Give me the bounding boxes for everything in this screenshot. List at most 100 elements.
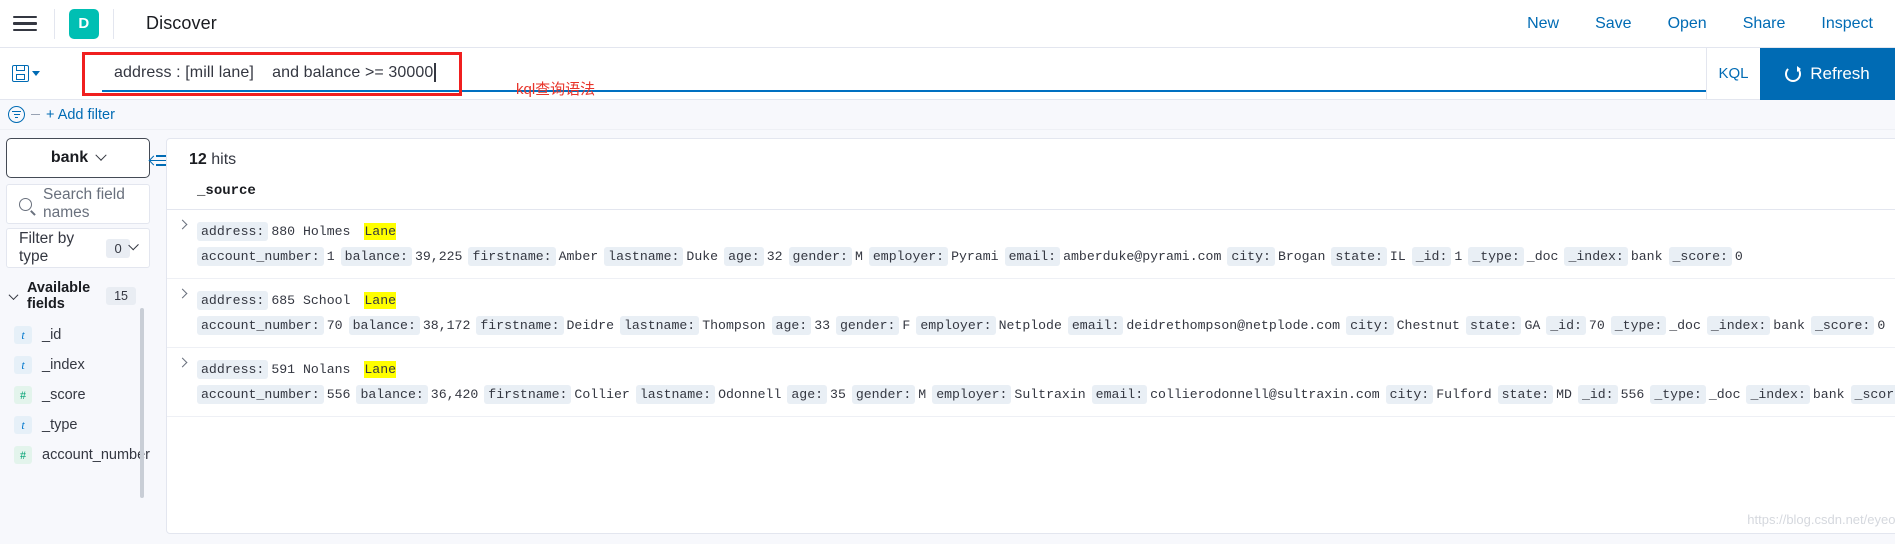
field-key: employer:	[868, 247, 949, 266]
field-key: city:	[1346, 316, 1394, 335]
field-item-_score[interactable]: # _score	[6, 380, 150, 410]
number-field-type-icon: #	[14, 386, 32, 404]
field-key: _index:	[1564, 247, 1628, 266]
field-value: Chestnut	[1396, 318, 1460, 333]
field-key: email:	[1091, 385, 1148, 404]
saved-query-button[interactable]	[8, 65, 54, 82]
filter-divider	[31, 113, 40, 116]
field-value: deidrethompson@netplode.com	[1126, 318, 1341, 333]
field-value: Pyrami	[951, 249, 999, 264]
field-key: city:	[1227, 247, 1275, 266]
source-column-header: _source	[167, 175, 1895, 210]
field-value: Sultraxin	[1014, 387, 1086, 402]
field-value: 0	[1877, 318, 1886, 333]
header-divider-2	[113, 8, 114, 39]
field-value: Fulford	[1436, 387, 1492, 402]
collapse-sidebar-icon[interactable]	[150, 154, 167, 167]
field-key: firstname:	[476, 316, 564, 335]
field-value: 32	[766, 249, 783, 264]
field-key: gender:	[836, 316, 900, 335]
field-value: 1	[1454, 249, 1463, 264]
field-key: _score:	[1668, 247, 1732, 266]
field-value: 685 School	[271, 293, 359, 308]
header-link-save[interactable]: Save	[1595, 15, 1631, 33]
field-value: MD	[1556, 387, 1572, 402]
index-pattern-selector[interactable]: bank	[6, 138, 151, 178]
field-key: _id:	[1546, 316, 1586, 335]
filter-settings-icon[interactable]	[8, 106, 25, 123]
field-value: 70	[1588, 318, 1605, 333]
sidebar-scrollbar[interactable]	[140, 308, 145, 498]
field-key: age:	[724, 247, 764, 266]
expand-row-cell	[167, 357, 197, 407]
field-value: 33	[814, 318, 831, 333]
chevron-right-icon[interactable]	[177, 357, 187, 368]
query-language-button[interactable]: KQL	[1706, 47, 1760, 100]
field-item-account_number[interactable]: # account_number	[6, 440, 150, 470]
field-label: _index	[42, 357, 85, 373]
field-value: _doc	[1708, 387, 1741, 402]
field-label: account_number	[42, 447, 151, 463]
field-label: _score	[42, 387, 86, 403]
filter-by-type-count: 0	[106, 238, 130, 258]
documents-panel-wrapper: 12 hits _source address: 880 Holmes Lane …	[166, 130, 1895, 544]
chevron-down-icon	[8, 289, 19, 300]
floppy-disk-icon	[12, 65, 29, 82]
field-value: M	[854, 249, 863, 264]
field-value: 556	[1620, 387, 1645, 402]
chevron-right-icon[interactable]	[177, 288, 187, 299]
field-key: address:	[197, 291, 269, 310]
search-term-highlight: Lane	[364, 223, 397, 240]
field-key: gender:	[851, 385, 916, 404]
field-label: _type	[42, 417, 78, 433]
field-value: 39,225	[414, 249, 463, 264]
field-key: state:	[1331, 247, 1387, 266]
field-value: Odonnell	[718, 387, 782, 402]
field-value: 0	[1734, 249, 1743, 264]
field-key: employer:	[916, 316, 996, 335]
available-fields-header[interactable]: Available fields 15	[6, 280, 150, 312]
search-fields-input[interactable]: Search field names	[6, 184, 151, 224]
string-field-type-icon: t	[14, 326, 32, 344]
query-input-value: address : [mill lane] and balance >= 300…	[114, 63, 434, 81]
field-value: M	[918, 387, 927, 402]
field-key: _type:	[1650, 385, 1706, 404]
number-field-type-icon: #	[14, 446, 32, 464]
field-item-_index[interactable]: t _index	[6, 350, 150, 380]
field-key: balance:	[348, 316, 420, 335]
field-key: _score:	[1810, 316, 1875, 335]
discover-app: D Discover New Save Open Share Inspect a…	[0, 0, 1895, 544]
header-link-open[interactable]: Open	[1668, 15, 1707, 33]
chevron-down-icon	[95, 149, 107, 161]
hamburger-menu-icon[interactable]	[10, 9, 40, 39]
header-link-inspect[interactable]: Inspect	[1821, 15, 1873, 33]
field-key: firstname:	[484, 385, 572, 404]
table-row[interactable]: address: 880 Holmes Lane account_number: 1…	[167, 210, 1895, 279]
field-value: Duke	[686, 249, 719, 264]
document-source-cell: address: 591 Nolans Lane account_number: 5…	[197, 357, 1895, 407]
string-field-type-icon: t	[14, 356, 32, 374]
add-filter-button[interactable]: + Add filter	[46, 107, 115, 123]
field-label: _id	[42, 327, 62, 343]
field-key: gender:	[788, 247, 852, 266]
refresh-button[interactable]: Refresh	[1760, 47, 1895, 100]
query-input[interactable]: address : [mill lane] and balance >= 300…	[102, 55, 1706, 92]
document-source-cell: address: 685 School Lane account_number: 7…	[197, 288, 1895, 338]
header-divider-1	[54, 8, 55, 39]
table-row[interactable]: address: 685 School Lane account_number: 7…	[167, 279, 1895, 348]
filter-bar: + Add filter	[0, 100, 1895, 130]
header-link-new[interactable]: New	[1527, 15, 1559, 33]
field-item-_type[interactable]: t _type	[6, 410, 150, 440]
field-value: IL	[1389, 249, 1406, 264]
field-key: lastname:	[619, 316, 700, 335]
table-row[interactable]: address: 591 Nolans Lane account_number: 5…	[167, 348, 1895, 417]
field-value: bank	[1812, 387, 1845, 402]
field-key: lastname:	[604, 247, 684, 266]
chevron-right-icon[interactable]	[177, 219, 187, 230]
field-value: 880 Holmes	[271, 224, 359, 239]
string-field-type-icon: t	[14, 416, 32, 434]
header-link-share[interactable]: Share	[1743, 15, 1786, 33]
field-item-_id[interactable]: t _id	[6, 320, 150, 350]
refresh-button-label: Refresh	[1810, 63, 1870, 83]
filter-by-type-button[interactable]: Filter by type 0	[6, 228, 151, 268]
